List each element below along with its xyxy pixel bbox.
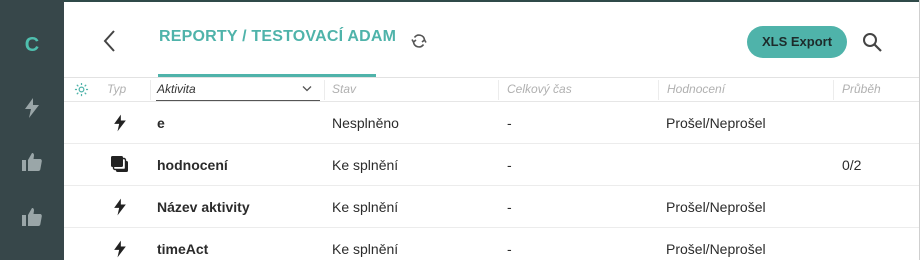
stack-icon xyxy=(111,156,128,172)
thumbs-up-icon[interactable] xyxy=(20,205,44,229)
lightning-icon xyxy=(114,114,126,132)
activity-state: Ke splnění xyxy=(332,241,399,257)
activity-name[interactable]: timeAct xyxy=(157,241,208,257)
activity-time: - xyxy=(507,241,512,257)
refresh-icon[interactable] xyxy=(409,31,429,51)
activity-time: - xyxy=(507,157,512,173)
column-header-rating[interactable]: Hodnocení xyxy=(667,82,725,96)
activity-state: Nesplněno xyxy=(332,115,399,131)
lightning-icon xyxy=(114,198,126,216)
activity-name[interactable]: hodnocení xyxy=(157,157,228,173)
activity-time: - xyxy=(507,199,512,215)
sort-indicator xyxy=(156,100,320,101)
thumbs-up-icon[interactable] xyxy=(20,150,44,174)
lightning-icon xyxy=(114,240,126,258)
top-bar: REPORTY / TESTOVACÍ ADAM XLS Export xyxy=(64,0,920,78)
table-row[interactable]: hodnocení Ke splnění - 0/2 xyxy=(64,144,920,186)
activity-state: Ke splnění xyxy=(332,157,399,173)
table-row[interactable]: timeAct Ke splnění - Prošel/Neprošel xyxy=(64,228,920,260)
column-header-type[interactable]: Typ xyxy=(107,82,126,96)
table-header: Typ Aktivita Stav Celkový čas Hodnocení … xyxy=(64,78,920,102)
activity-rating: Prošel/Neprošel xyxy=(666,115,766,131)
report-table: Typ Aktivita Stav Celkový čas Hodnocení … xyxy=(64,78,920,260)
app: C REPORTY / TESTOVACÍ ADAM XLS Export Ty… xyxy=(0,0,920,260)
activity-progress: 0/2 xyxy=(842,157,862,173)
page-title: REPORTY / TESTOVACÍ ADAM xyxy=(159,28,397,45)
activity-time: - xyxy=(507,115,512,131)
activity-state: Ke splnění xyxy=(332,199,399,215)
column-divider xyxy=(658,80,659,100)
xls-export-button[interactable]: XLS Export xyxy=(747,26,847,58)
activity-name[interactable]: e xyxy=(157,115,165,131)
gear-icon[interactable] xyxy=(74,82,89,97)
column-header-state[interactable]: Stav xyxy=(332,82,356,96)
chevron-down-icon[interactable] xyxy=(302,85,312,93)
activity-name[interactable]: Název aktivity xyxy=(157,199,250,215)
column-header-total-time[interactable]: Celkový čas xyxy=(507,82,572,96)
table-row[interactable]: Název aktivity Ke splnění - Prošel/Nepro… xyxy=(64,186,920,228)
lightning-icon[interactable] xyxy=(20,96,44,120)
column-header-activity[interactable]: Aktivita xyxy=(157,82,196,96)
column-divider xyxy=(498,80,499,100)
sidebar: C xyxy=(0,0,64,260)
search-icon[interactable] xyxy=(861,31,883,53)
app-logo[interactable]: C xyxy=(0,34,64,57)
column-header-progress[interactable]: Průběh xyxy=(842,82,881,96)
back-arrow-icon[interactable] xyxy=(100,28,120,54)
column-divider xyxy=(324,80,325,100)
activity-rating: Prošel/Neprošel xyxy=(666,241,766,257)
column-divider xyxy=(150,80,151,100)
table-row[interactable]: e Nesplněno - Prošel/Neprošel xyxy=(64,102,920,144)
column-divider xyxy=(833,80,834,100)
activity-rating: Prošel/Neprošel xyxy=(666,199,766,215)
